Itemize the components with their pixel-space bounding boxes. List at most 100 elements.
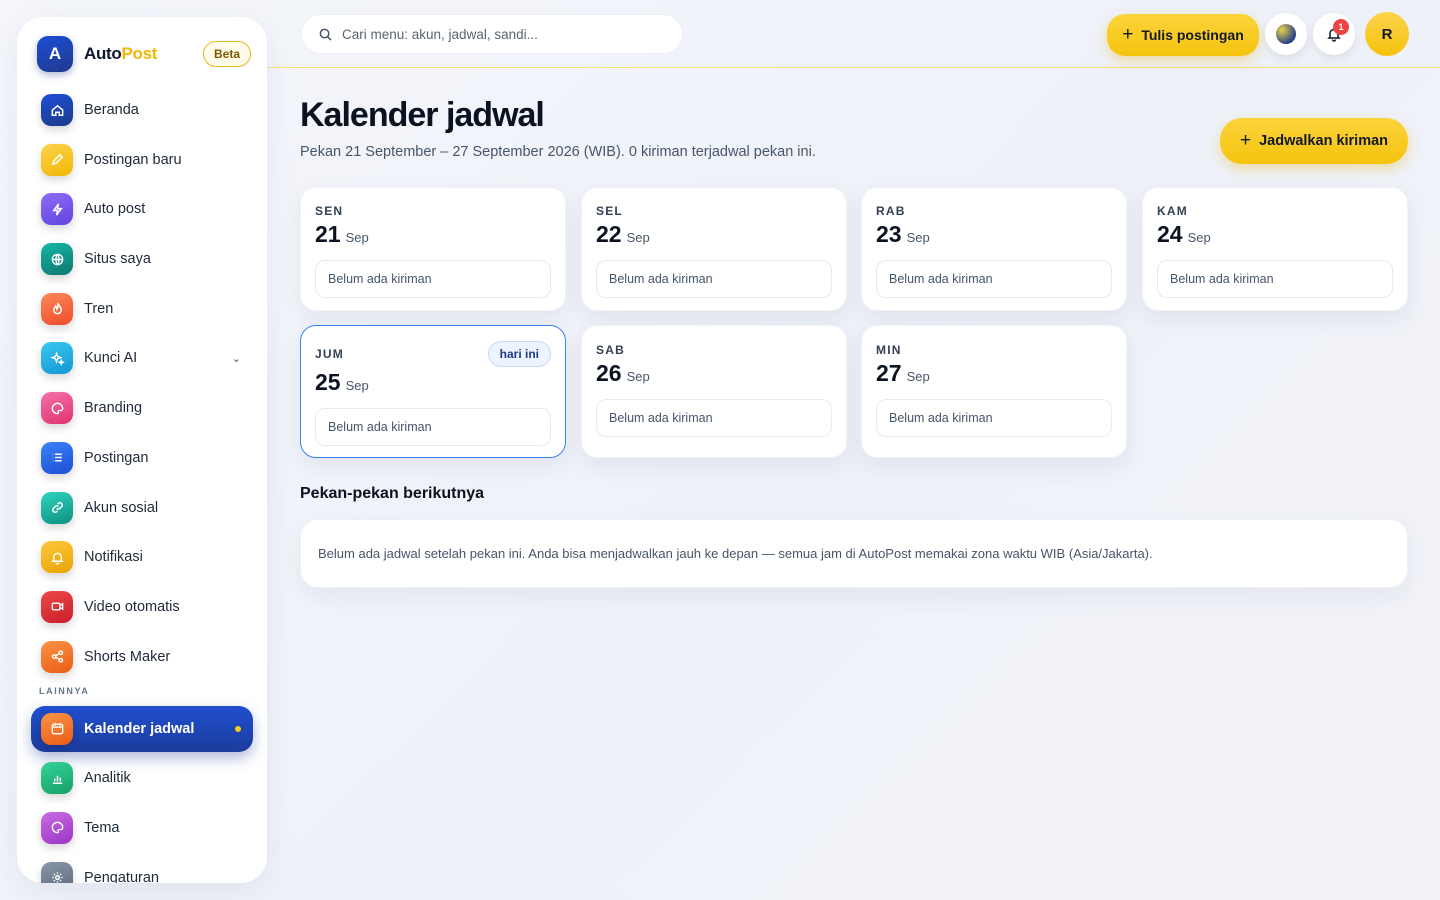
- palette-icon: [41, 392, 73, 425]
- day-number: 21: [315, 221, 341, 247]
- day-of-week: MIN: [876, 343, 902, 357]
- day-date: 22 Sep: [596, 221, 832, 248]
- write-post-button[interactable]: + Tulis postingan: [1107, 14, 1259, 56]
- empty-slot: Belum ada kiriman: [315, 408, 551, 446]
- day-month: Sep: [906, 230, 930, 245]
- day-card-sab[interactable]: SAB 26 Sep Belum ada kiriman: [581, 325, 847, 458]
- notifications-button[interactable]: 1: [1313, 13, 1355, 55]
- next-weeks-card: Belum ada jadwal setelah pekan ini. Anda…: [300, 519, 1408, 588]
- day-card-kam[interactable]: KAM 24 Sep Belum ada kiriman: [1142, 187, 1408, 311]
- day-of-week: RAB: [876, 204, 906, 218]
- page-subtitle: Pekan 21 September – 27 September 2026 (…: [300, 144, 816, 160]
- sidebar-item-label: Video otomatis: [84, 598, 180, 615]
- day-date: 23 Sep: [876, 221, 1112, 248]
- sidebar: A AutoPost Beta Beranda Postingan baru A…: [17, 17, 267, 883]
- day-date: 27 Sep: [876, 360, 1112, 387]
- sidebar-item-pengaturan[interactable]: Pengaturan: [31, 855, 253, 883]
- brand[interactable]: A AutoPost Beta: [37, 35, 251, 73]
- sidebar-item-notifikasi[interactable]: Notifikasi: [31, 534, 253, 580]
- empty-slot: Belum ada kiriman: [315, 260, 551, 298]
- day-number: 23: [876, 221, 902, 247]
- sidebar-item-situs-saya[interactable]: Situs saya: [31, 236, 253, 282]
- day-card-jum-today[interactable]: JUM hari ini 25 Sep Belum ada kiriman: [300, 325, 566, 458]
- home-icon: [41, 94, 73, 126]
- gear-icon: [41, 861, 73, 883]
- user-avatar[interactable]: R: [1365, 12, 1409, 56]
- sidebar-item-label: Kunci AI: [84, 350, 138, 367]
- sidebar-item-auto-post[interactable]: Auto post: [31, 186, 253, 232]
- day-of-week: KAM: [1157, 204, 1188, 218]
- sidebar-item-label: Auto post: [84, 201, 146, 218]
- empty-slot: Belum ada kiriman: [596, 260, 832, 298]
- sidebar-item-shorts-maker[interactable]: Shorts Maker: [31, 634, 253, 680]
- day-month: Sep: [1187, 230, 1211, 245]
- sidebar-item-label: Notifikasi: [84, 549, 143, 566]
- day-card-rab[interactable]: RAB 23 Sep Belum ada kiriman: [861, 187, 1127, 311]
- theme-toggle-button[interactable]: [1265, 13, 1307, 55]
- day-month: Sep: [345, 378, 369, 393]
- pencil-icon: [41, 143, 73, 176]
- section-label-lainnya: LAINNYA: [39, 685, 90, 696]
- day-number: 26: [596, 360, 622, 386]
- write-post-label: Tulis postingan: [1141, 27, 1244, 43]
- globe-icon: [41, 243, 73, 276]
- beta-badge: Beta: [202, 41, 251, 67]
- day-card-min[interactable]: MIN 27 Sep Belum ada kiriman: [861, 325, 1127, 458]
- next-weeks-text: Belum ada jadwal setelah pekan ini. Anda…: [318, 546, 1153, 561]
- empty-slot: Belum ada kiriman: [596, 399, 832, 437]
- chevron-down-icon[interactable]: ⌄: [232, 352, 241, 365]
- day-number: 27: [876, 360, 902, 386]
- sidebar-item-kunci-ai[interactable]: Kunci AI ⌄: [31, 335, 253, 381]
- sidebar-item-kalender-jadwal[interactable]: Kalender jadwal: [31, 705, 253, 752]
- sidebar-item-postingan[interactable]: Postingan: [31, 435, 253, 481]
- bolt-icon: [41, 193, 73, 226]
- sidebar-item-akun-sosial[interactable]: Akun sosial: [31, 485, 253, 531]
- day-of-week: SAB: [596, 343, 625, 357]
- link-icon: [41, 491, 73, 524]
- sparkle-icon: [41, 342, 73, 375]
- theme-orb-icon: [1276, 24, 1296, 44]
- day-date: 25 Sep: [315, 369, 551, 396]
- share-icon: [41, 640, 73, 673]
- brand-name: AutoPost: [84, 44, 157, 64]
- day-card-sel[interactable]: SEL 22 Sep Belum ada kiriman: [581, 187, 847, 311]
- sidebar-item-analitik[interactable]: Analitik: [31, 755, 253, 801]
- day-number: 25: [315, 369, 341, 395]
- day-number: 24: [1157, 221, 1183, 247]
- day-date: 26 Sep: [596, 360, 832, 387]
- day-number: 22: [596, 221, 622, 247]
- active-indicator-dot: [235, 725, 241, 732]
- day-month: Sep: [906, 369, 930, 384]
- sidebar-item-tema[interactable]: Tema: [31, 805, 253, 851]
- day-date: 24 Sep: [1157, 221, 1393, 248]
- search-box[interactable]: [301, 14, 683, 54]
- today-badge: hari ini: [487, 341, 551, 367]
- sidebar-item-branding[interactable]: Branding: [31, 385, 253, 431]
- topbar: + Tulis postingan 1 R: [267, 0, 1440, 68]
- schedule-post-button[interactable]: + Jadwalkan kiriman: [1220, 118, 1408, 164]
- bell-icon: [41, 541, 73, 574]
- list-icon: [41, 441, 73, 474]
- sidebar-item-label: Tema: [84, 819, 120, 836]
- day-month: Sep: [626, 230, 650, 245]
- sidebar-item-label: Branding: [84, 400, 143, 417]
- search-icon: [319, 28, 332, 41]
- empty-slot: Belum ada kiriman: [1157, 260, 1393, 298]
- sidebar-item-label: Akun sosial: [84, 499, 159, 516]
- sidebar-item-label: Analitik: [84, 770, 131, 787]
- day-month: Sep: [345, 230, 369, 245]
- day-of-week: SEL: [596, 204, 623, 218]
- sidebar-item-label: Postingan baru: [84, 151, 182, 168]
- page-title: Kalender jadwal: [300, 96, 545, 134]
- day-card-sen[interactable]: SEN 21 Sep Belum ada kiriman: [300, 187, 566, 311]
- sidebar-item-video-otomatis[interactable]: Video otomatis: [31, 584, 253, 630]
- chart-icon: [41, 762, 73, 795]
- app-root: A AutoPost Beta Beranda Postingan baru A…: [0, 0, 1440, 900]
- sidebar-item-beranda[interactable]: Beranda: [31, 87, 253, 133]
- search-input[interactable]: [342, 26, 662, 42]
- sidebar-item-tren[interactable]: Tren: [31, 286, 253, 332]
- sidebar-item-label: Pengaturan: [84, 869, 159, 883]
- plus-icon: +: [1122, 24, 1134, 45]
- day-date: 21 Sep: [315, 221, 551, 248]
- sidebar-item-postingan-baru[interactable]: Postingan baru: [31, 137, 253, 183]
